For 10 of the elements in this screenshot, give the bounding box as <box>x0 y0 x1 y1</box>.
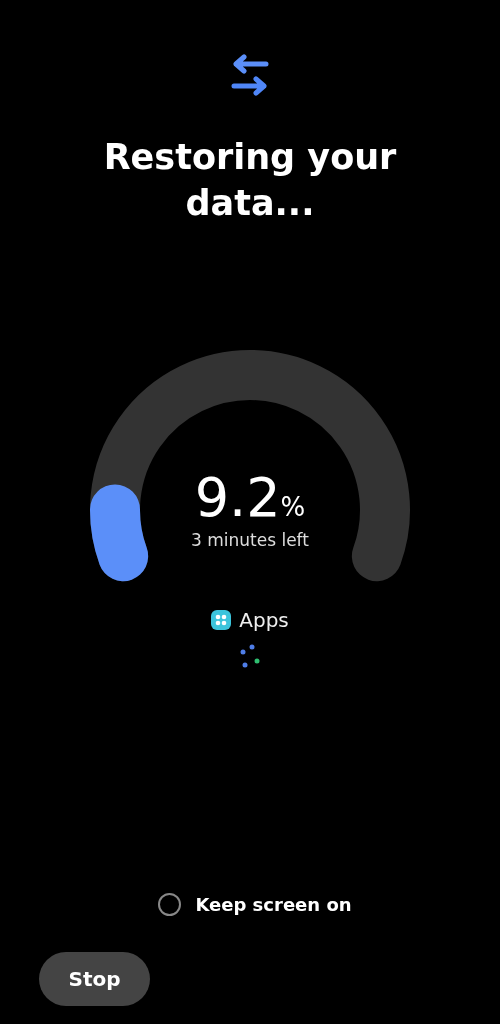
percent-sign: % <box>280 492 306 522</box>
stop-button[interactable]: Stop <box>39 952 150 1006</box>
keep-screen-on-label[interactable]: Keep screen on <box>195 894 352 915</box>
time-left: 3 minutes left <box>191 530 309 550</box>
loading-dots-icon <box>240 644 260 668</box>
current-item-label: Apps <box>239 608 289 632</box>
page-title: Restoring your data... <box>102 136 398 225</box>
progress-percent: 9.2 <box>194 468 281 528</box>
keep-screen-on-toggle[interactable] <box>158 893 182 916</box>
apps-icon <box>211 610 232 630</box>
